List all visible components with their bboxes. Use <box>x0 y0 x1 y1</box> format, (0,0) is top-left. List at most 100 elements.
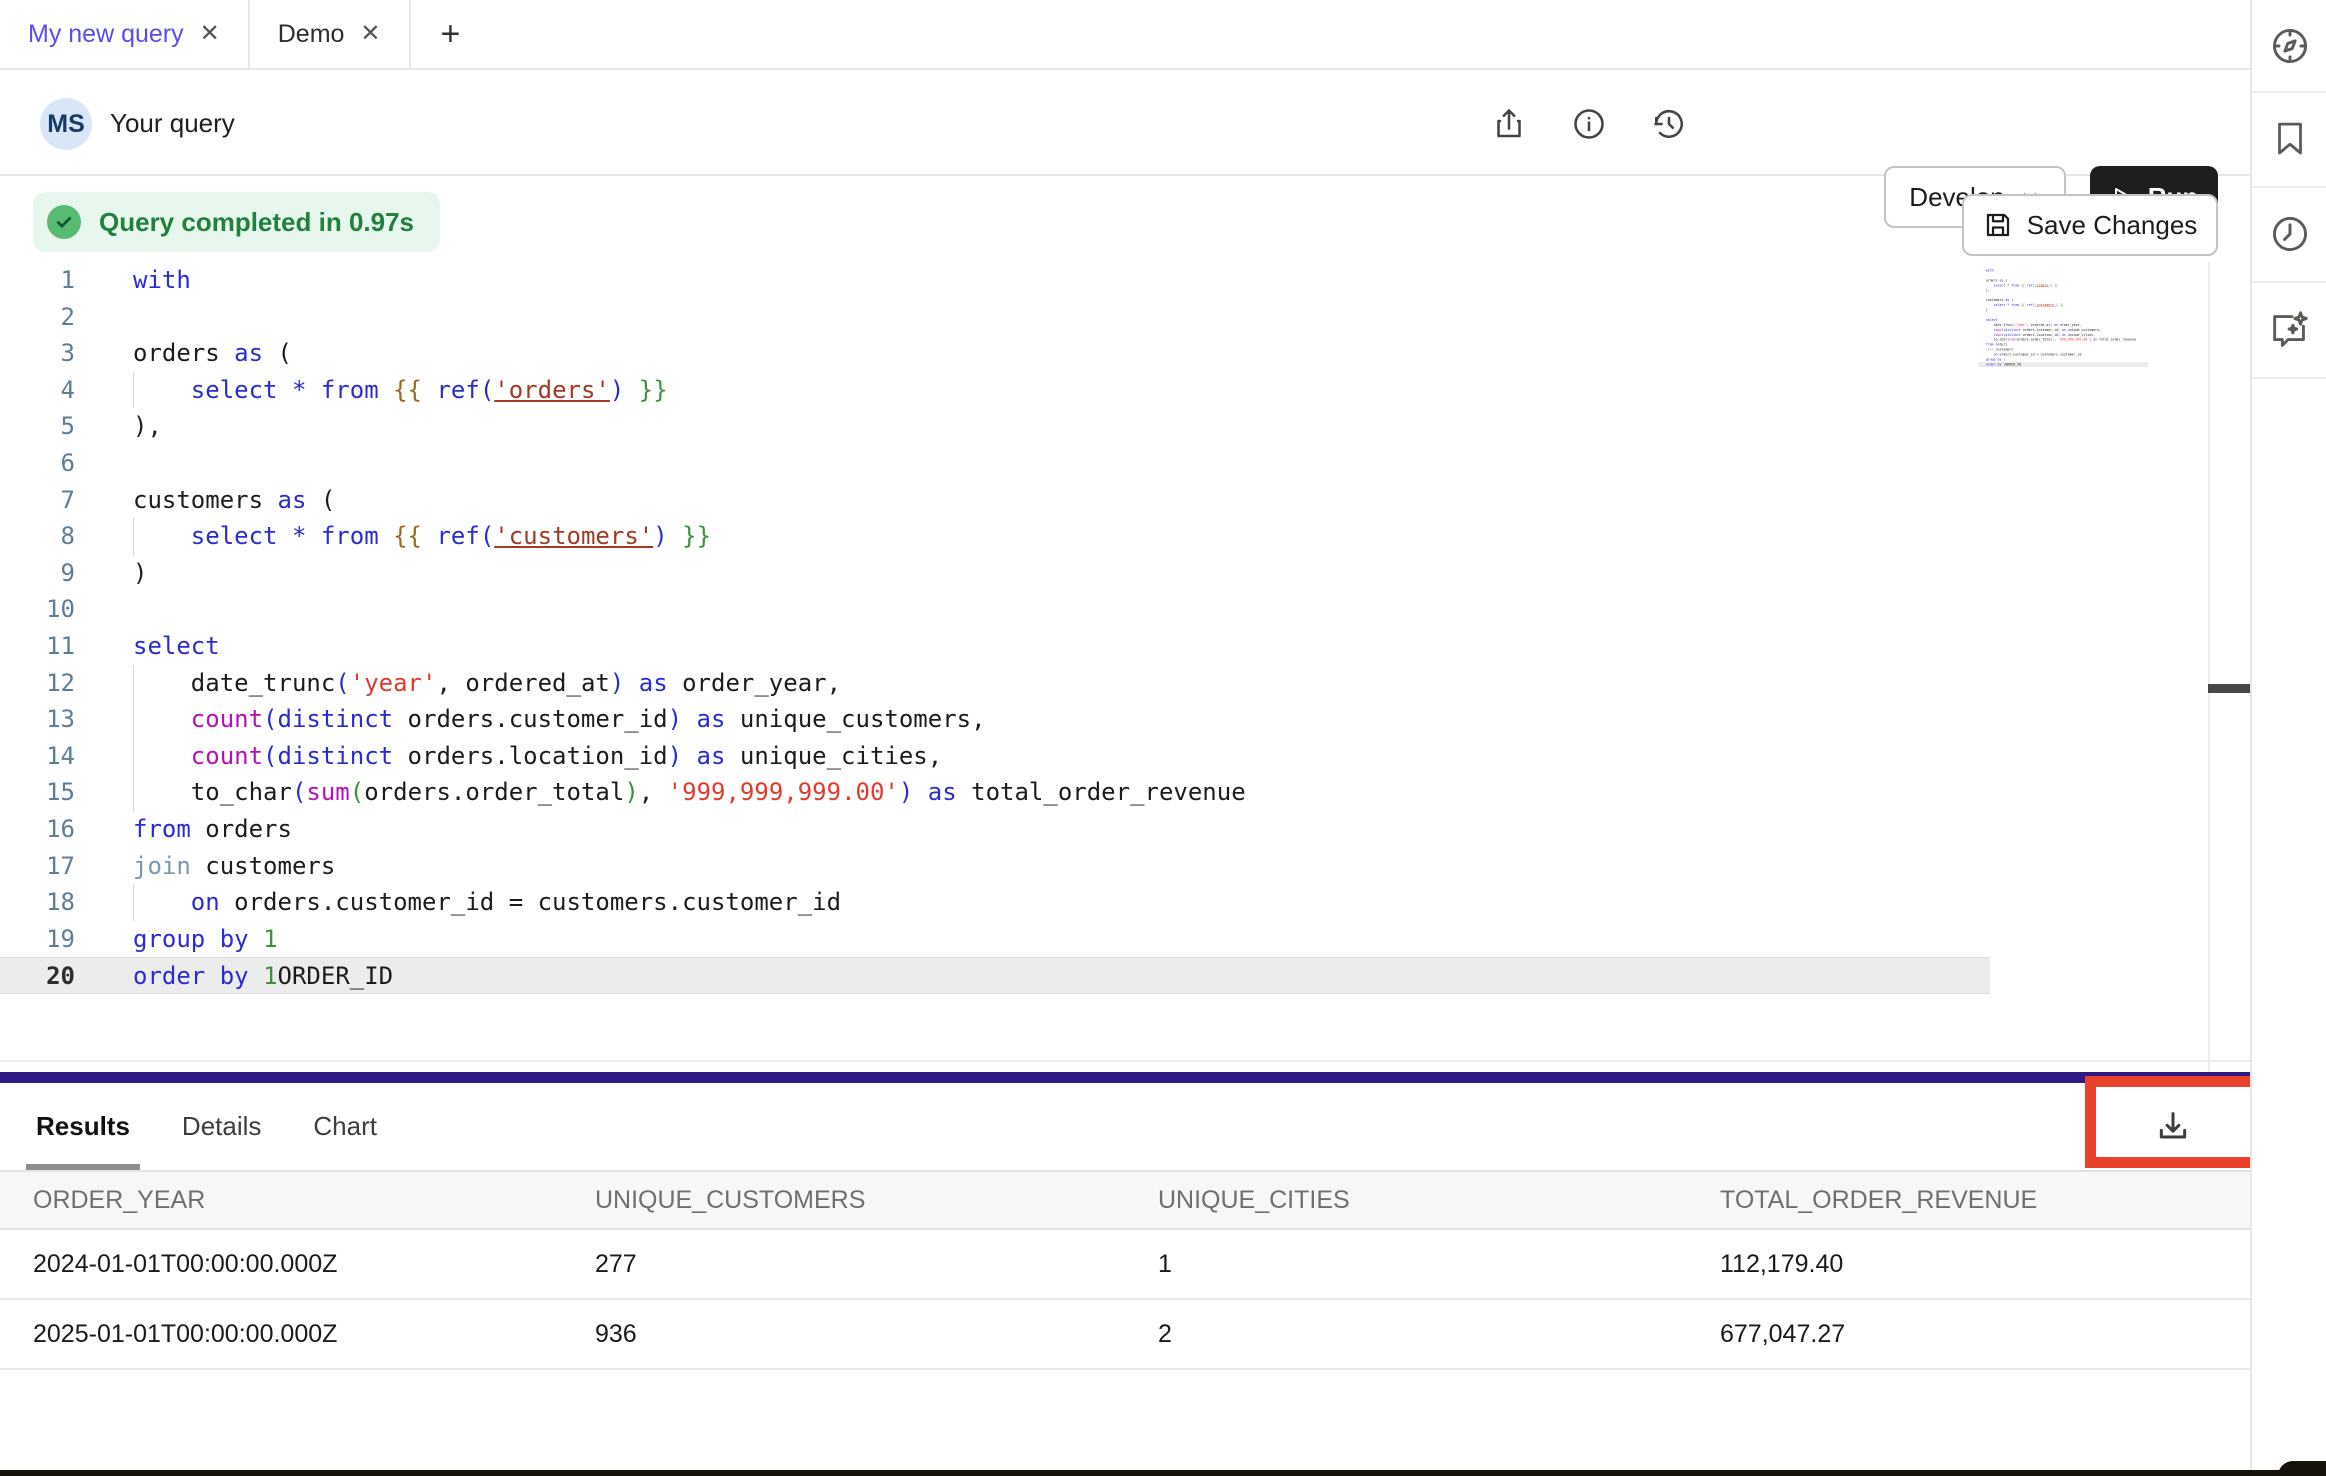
check-circle-icon <box>47 205 81 239</box>
line-number: 2 <box>0 299 75 336</box>
right-sidebar <box>2250 0 2326 1476</box>
tab-label: My new query <box>28 20 184 49</box>
indent-guide <box>133 738 134 775</box>
line-number: 20 <box>0 958 75 993</box>
column-header: TOTAL_ORDER_REVENUE <box>1720 1186 2283 1215</box>
code-line-9[interactable]: 9) <box>0 555 2208 592</box>
download-results-button[interactable] <box>2118 1095 2228 1159</box>
panel-resize-handle[interactable] <box>2208 684 2250 693</box>
table-row[interactable]: 2025-01-01T00:00:00.000Z9362677,047.27 <box>0 1300 2250 1370</box>
editor-bottom-border <box>0 1060 2250 1062</box>
sidebar-divider <box>2252 377 2326 379</box>
table-cell: 2025-01-01T00:00:00.000Z <box>33 1320 595 1349</box>
query-editor-app: My new query ✕ Demo ✕ + MS Your query De… <box>0 0 2326 1476</box>
sidebar-divider <box>2252 281 2326 283</box>
tab-chart[interactable]: Chart <box>313 1083 377 1170</box>
table-cell: 112,179.40 <box>1720 1250 2283 1279</box>
code-line-17[interactable]: 17join customers <box>0 848 2208 885</box>
compass-icon[interactable] <box>2252 0 2326 92</box>
bottom-screen-edge <box>0 1470 2326 1476</box>
code-line-4[interactable]: 4 select * from {{ ref('orders') }} <box>0 372 2208 409</box>
save-changes-button[interactable]: Save Changes <box>1962 194 2218 256</box>
line-number: 10 <box>0 591 75 628</box>
code-line-18[interactable]: 18 on orders.customer_id = customers.cus… <box>0 884 2208 921</box>
floppy-icon <box>1983 210 2013 240</box>
column-header: ORDER_YEAR <box>33 1186 595 1215</box>
column-header: UNIQUE_CITIES <box>1158 1186 1720 1215</box>
code-line-5[interactable]: 5), <box>0 408 2208 445</box>
info-icon[interactable] <box>1568 103 1610 145</box>
indent-guide <box>133 701 134 738</box>
plus-icon[interactable]: + <box>411 0 491 68</box>
line-number: 6 <box>0 445 75 482</box>
results-table: ORDER_YEARUNIQUE_CUSTOMERSUNIQUE_CITIEST… <box>0 1170 2250 1370</box>
results-table-header: ORDER_YEARUNIQUE_CUSTOMERSUNIQUE_CITIEST… <box>0 1170 2250 1230</box>
line-number: 13 <box>0 701 75 738</box>
table-cell: 1 <box>1158 1250 1720 1279</box>
indent-guide <box>133 774 134 811</box>
indent-guide <box>133 884 134 921</box>
line-number: 1 <box>0 262 75 299</box>
query-header: MS Your query Develop Run <box>0 72 2250 176</box>
table-cell: 936 <box>595 1320 1158 1349</box>
table-cell: 677,047.27 <box>1720 1320 2283 1349</box>
code-line-16[interactable]: 16from orders <box>0 811 2208 848</box>
code-line-2[interactable]: 2 <box>0 299 2208 336</box>
query-status-badge: Query completed in 0.97s <box>33 192 440 252</box>
panel-splitter[interactable] <box>0 1072 2250 1083</box>
code-line-13[interactable]: 13 count(distinct orders.customer_id) as… <box>0 701 2208 738</box>
results-tab-bar: Results Details Chart <box>0 1083 2250 1170</box>
tab-bar: My new query ✕ Demo ✕ + <box>0 0 2250 70</box>
tab-label: Demo <box>278 20 345 49</box>
line-number: 8 <box>0 518 75 555</box>
indent-guide <box>133 665 134 702</box>
close-icon[interactable]: ✕ <box>360 22 380 46</box>
query-title: Your query <box>110 108 235 139</box>
clock-icon[interactable] <box>2252 188 2326 280</box>
code-line-6[interactable]: 6 <box>0 445 2208 482</box>
line-number: 7 <box>0 482 75 519</box>
history-icon[interactable] <box>1648 103 1690 145</box>
editor-scroll-track <box>2208 262 2210 1072</box>
line-number: 16 <box>0 811 75 848</box>
tab-demo[interactable]: Demo ✕ <box>250 0 411 68</box>
sql-code-editor[interactable]: 1with23orders as (4 select * from {{ ref… <box>0 262 2208 1072</box>
avatar: MS <box>40 98 92 150</box>
header-actions <box>1488 72 1690 176</box>
tab-my-new-query[interactable]: My new query ✕ <box>0 0 250 68</box>
code-line-1[interactable]: 1with <box>0 262 2208 299</box>
code-line-20: order by 1ORDER_ID <box>1978 362 2148 367</box>
table-cell: 277 <box>595 1250 1158 1279</box>
tab-details[interactable]: Details <box>182 1083 261 1170</box>
code-line-20[interactable]: 20order by 1ORDER_ID <box>0 957 1990 994</box>
line-number: 5 <box>0 408 75 445</box>
save-changes-label: Save Changes <box>2027 210 2198 241</box>
line-number: 3 <box>0 335 75 372</box>
code-line-7[interactable]: 7customers as ( <box>0 482 2208 519</box>
line-number: 11 <box>0 628 75 665</box>
indent-guide <box>133 372 134 409</box>
close-icon[interactable]: ✕ <box>200 22 220 46</box>
code-line-3[interactable]: 3orders as ( <box>0 335 2208 372</box>
line-number: 14 <box>0 738 75 775</box>
tab-results[interactable]: Results <box>36 1083 130 1170</box>
code-lines: 1with23orders as (4 select * from {{ ref… <box>0 262 2208 994</box>
column-header: UNIQUE_CUSTOMERS <box>595 1186 1158 1215</box>
status-message: Query completed in 0.97s <box>99 207 414 238</box>
ai-chat-icon[interactable] <box>2252 284 2326 376</box>
code-line-12[interactable]: 12 date_trunc('year', ordered_at) as ord… <box>0 665 2208 702</box>
code-line-14[interactable]: 14 count(distinct orders.location_id) as… <box>0 738 2208 775</box>
table-cell: 2 <box>1158 1320 1720 1349</box>
line-number: 19 <box>0 921 75 958</box>
code-line-15[interactable]: 15 to_char(sum(orders.order_total), '999… <box>0 774 2208 811</box>
code-line-8[interactable]: 8 select * from {{ ref('customers') }} <box>0 518 2208 555</box>
code-line-11[interactable]: 11select <box>0 628 2208 665</box>
bookmark-icon[interactable] <box>2252 93 2326 185</box>
editor-minimap[interactable]: withorders as ( select * from {{ ref('or… <box>1978 268 2148 368</box>
table-row[interactable]: 2024-01-01T00:00:00.000Z2771112,179.40 <box>0 1230 2250 1300</box>
code-line-19[interactable]: 19group by 1 <box>0 921 2208 958</box>
code-line-10[interactable]: 10 <box>0 591 2208 628</box>
share-icon[interactable] <box>1488 103 1530 145</box>
line-number: 15 <box>0 774 75 811</box>
download-icon <box>2153 1107 2193 1147</box>
